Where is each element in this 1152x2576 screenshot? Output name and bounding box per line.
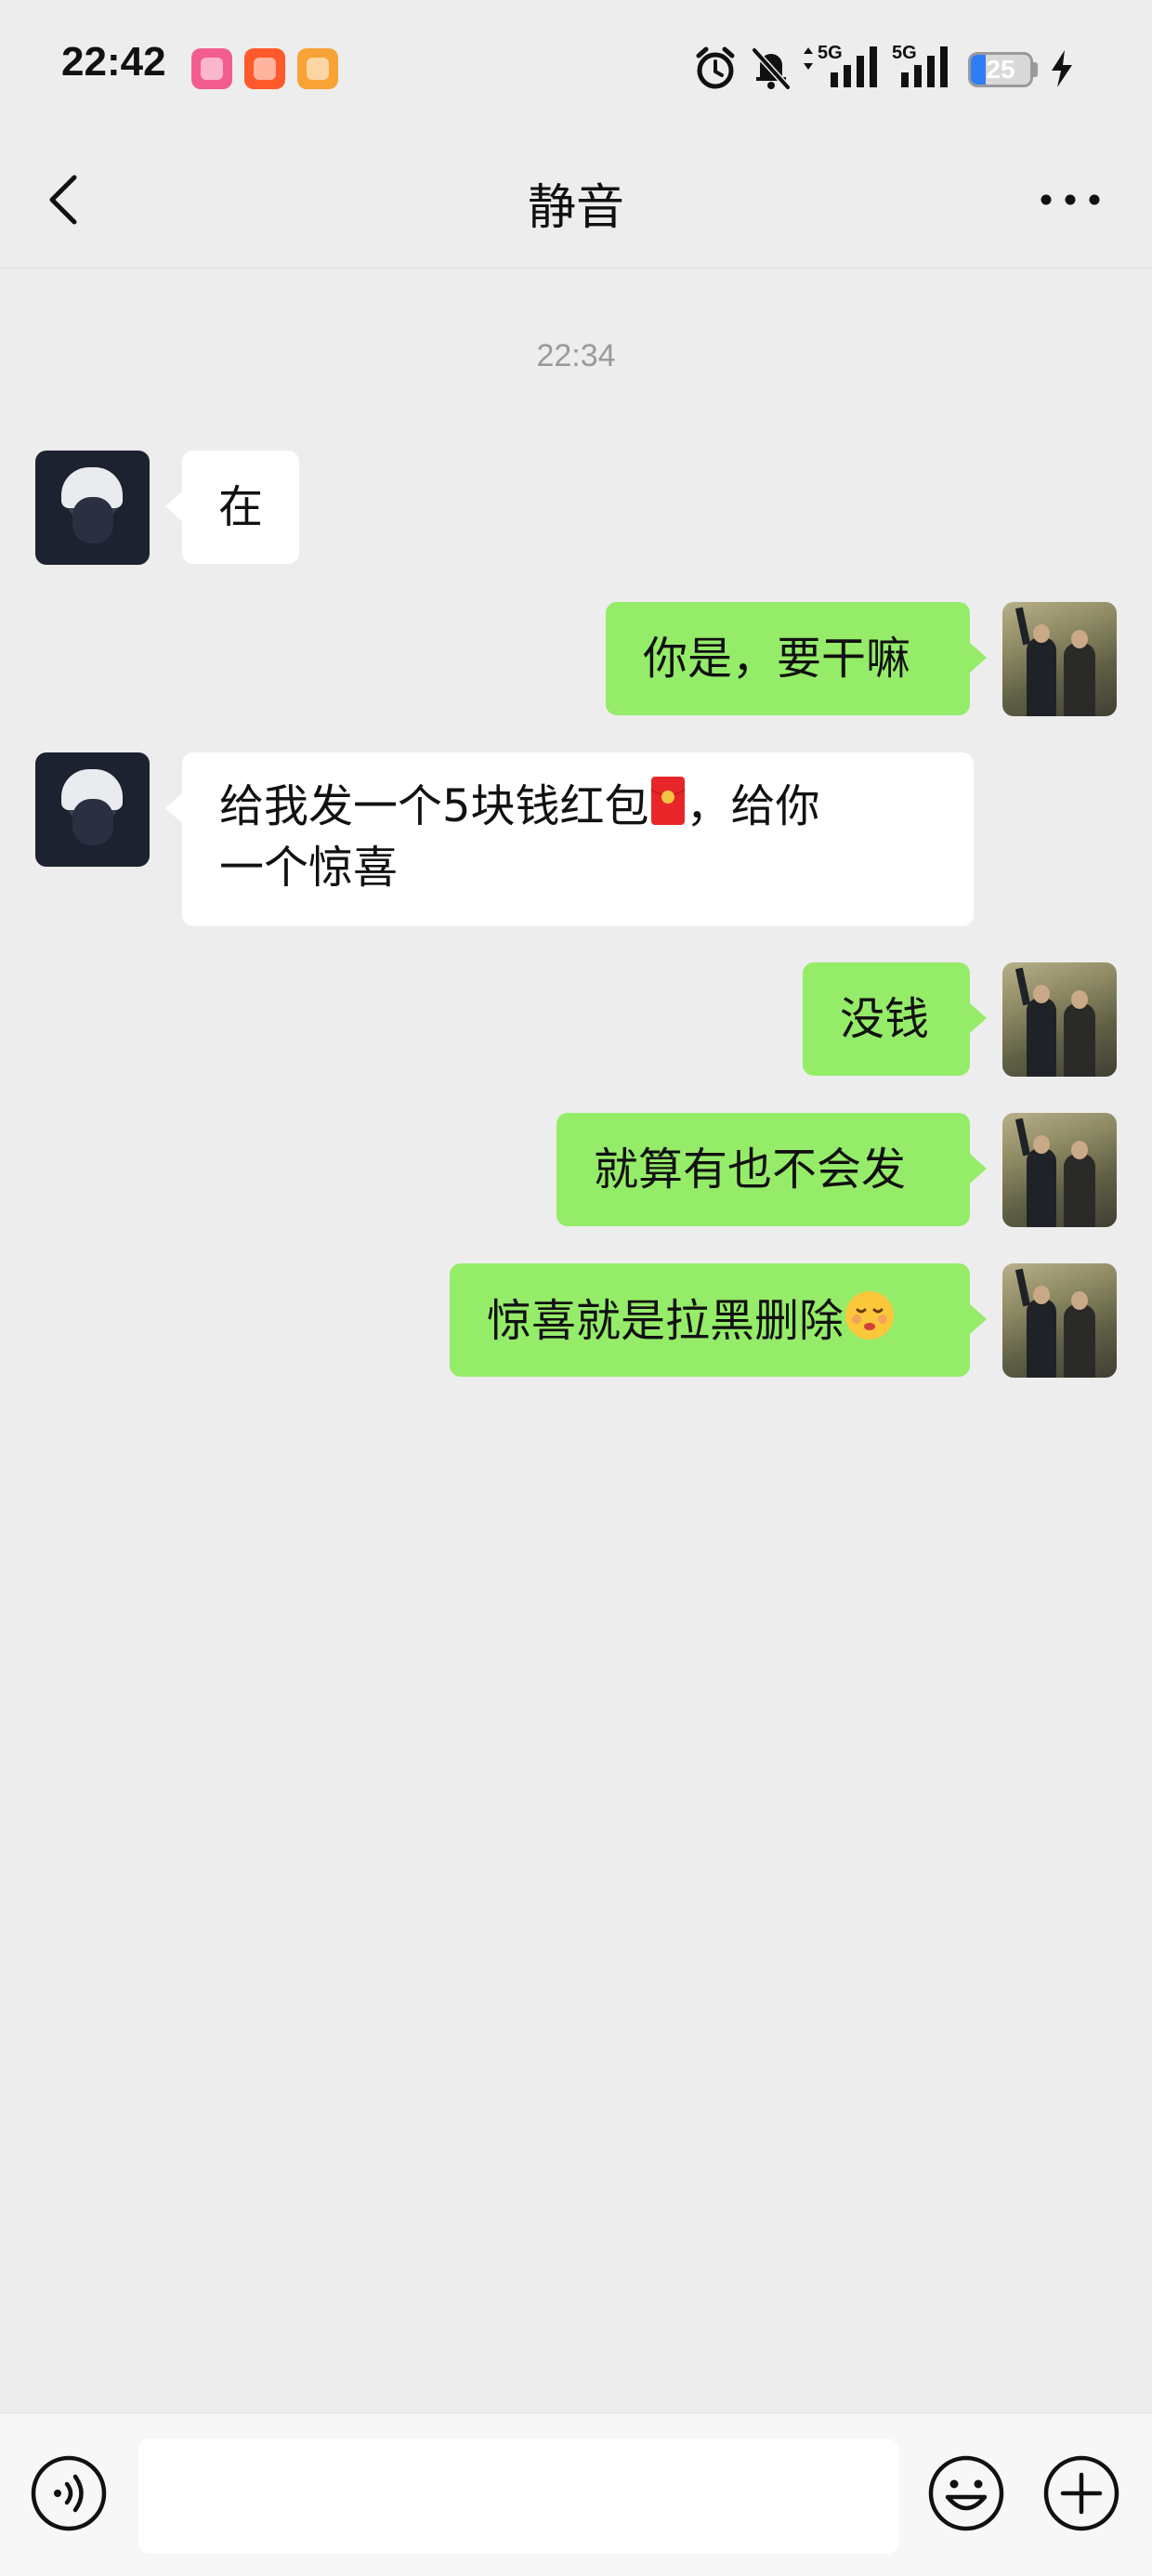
shushing-face-emoji	[845, 1291, 895, 1340]
signal-icon	[901, 46, 948, 87]
more-dots-icon[interactable]	[1031, 163, 1109, 237]
video-app-icon	[297, 48, 338, 89]
red-envelope-icon	[649, 777, 686, 825]
signal-icon	[831, 46, 877, 87]
message-bubble[interactable]: 你是，要干嘛	[606, 602, 987, 715]
message-text: 给我发一个5块钱红包	[219, 780, 649, 832]
message-input[interactable]	[138, 2439, 898, 2554]
taobao-app-icon	[244, 48, 285, 89]
battery-icon: 25	[968, 52, 1033, 87]
message-timestamp: 22:34	[536, 338, 616, 373]
message-bubble[interactable]: 在	[165, 451, 299, 564]
message-text: ，给你	[686, 780, 820, 832]
avatar-friend[interactable]	[35, 451, 150, 565]
chat-title: 静音	[527, 180, 624, 236]
avatar-self[interactable]	[1002, 1263, 1117, 1378]
alarm-icon	[696, 46, 735, 89]
battery-cap	[1033, 62, 1038, 77]
bilibili-app-icon	[191, 48, 232, 89]
message-text: 一个惊喜	[219, 842, 399, 894]
chat-header: 静音	[0, 135, 1152, 268]
charging-icon	[1052, 50, 1072, 87]
input-bar	[0, 2413, 1152, 2576]
avatar-self[interactable]	[1002, 962, 1117, 1077]
battery-level-text: 25	[986, 55, 1015, 84]
emoji-smile-icon[interactable]	[927, 2454, 1005, 2532]
silent-bell-icon	[752, 47, 791, 90]
status-time: 22:42	[61, 39, 166, 85]
message-bubble[interactable]: 没钱	[803, 962, 987, 1076]
message-list[interactable]: 22:34 在 你是，要干嘛 给我发一个5块钱红包 ，给你一个惊喜 没钱 就算有也…	[0, 268, 1152, 2413]
message-bubble[interactable]: 惊喜就是拉黑删除	[450, 1263, 987, 1377]
avatar-friend[interactable]	[35, 752, 150, 867]
message-bubble[interactable]: 就算有也不会发	[556, 1113, 987, 1226]
avatar-self[interactable]	[1002, 602, 1117, 716]
status-bar: 22:42 5G 5G 25	[0, 0, 1152, 135]
voice-icon[interactable]	[30, 2454, 108, 2532]
message-bubble[interactable]: 给我发一个5块钱红包 ，给你一个惊喜	[165, 752, 974, 926]
avatar-self[interactable]	[1002, 1113, 1117, 1227]
plus-circle-icon[interactable]	[1042, 2454, 1120, 2532]
message-text: 惊喜就是拉黑删除	[487, 1295, 844, 1347]
data-arrows-icon	[804, 47, 813, 70]
